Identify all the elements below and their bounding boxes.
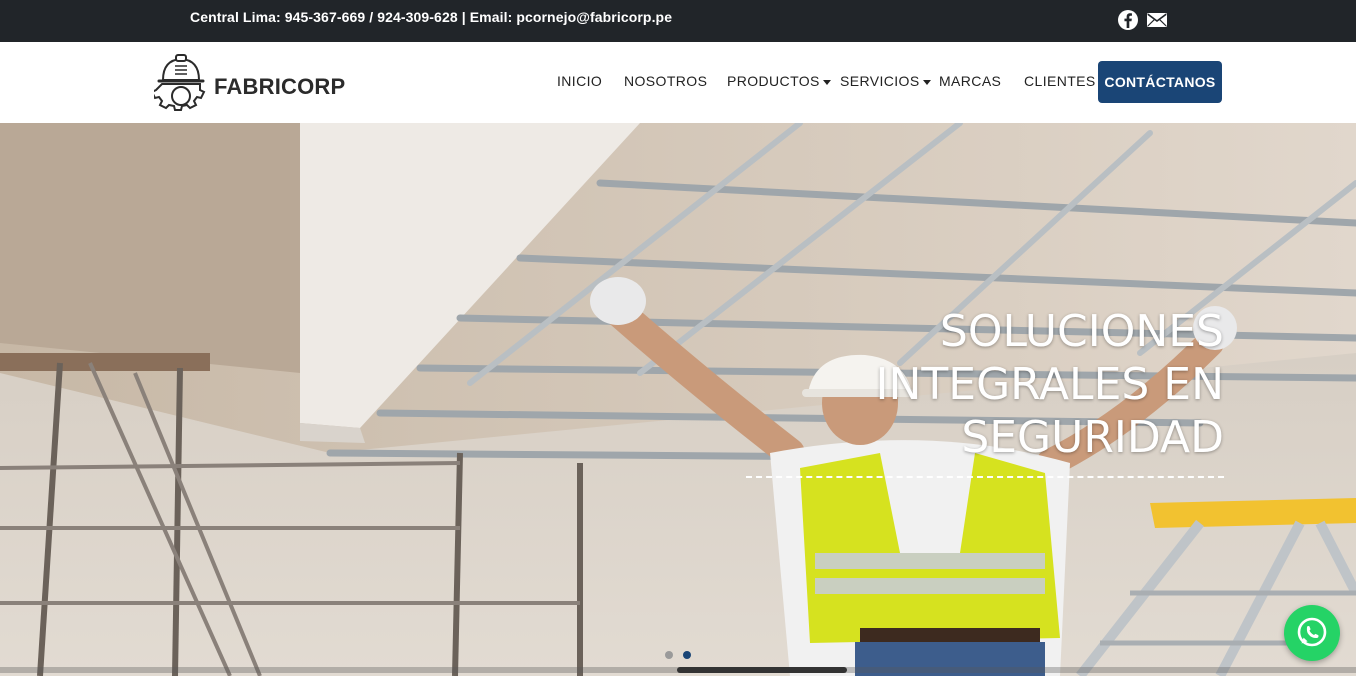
facebook-icon[interactable] <box>1117 9 1139 31</box>
nav-item-label: MARCAS <box>939 73 1002 89</box>
whatsapp-button[interactable] <box>1284 605 1340 661</box>
nav-item-productos[interactable]: PRODUCTOS <box>727 73 831 89</box>
site-header: FABRICORP INICIO NOSOTROS PRODUCTOS SERV… <box>0 42 1356 123</box>
main-navigation: INICIO NOSOTROS PRODUCTOS SERVICIOS MARC… <box>0 42 1356 123</box>
nav-item-marcas[interactable]: MARCAS <box>939 73 1001 89</box>
nav-item-label: INICIO <box>557 73 603 89</box>
contact-cta-button[interactable]: CONTÁCTANOS <box>1098 61 1222 103</box>
nav-item-inicio[interactable]: INICIO <box>557 73 602 89</box>
horizontal-scrollbar[interactable] <box>0 667 1356 673</box>
caret-down-icon <box>822 79 831 85</box>
scrollbar-thumb[interactable] <box>677 667 847 673</box>
nav-item-label: PRODUCTOS <box>727 73 820 89</box>
nav-item-label: SERVICIOS <box>840 73 920 89</box>
caret-down-icon <box>922 79 931 85</box>
hero-slider: SOLUCIONES INTEGRALES EN SEGURIDAD <box>0 123 1356 676</box>
hero-divider <box>746 476 1224 478</box>
nav-item-label: CLIENTES <box>1024 73 1096 89</box>
hero-title: SOLUCIONES INTEGRALES EN SEGURIDAD <box>704 305 1225 464</box>
nav-item-servicios[interactable]: SERVICIOS <box>840 73 931 89</box>
nav-item-nosotros[interactable]: NOSOTROS <box>624 73 707 89</box>
nav-item-label: NOSOTROS <box>624 73 708 89</box>
slider-dot[interactable] <box>665 651 673 659</box>
hero-title-line: INTEGRALES EN <box>875 359 1225 410</box>
mail-icon[interactable] <box>1146 9 1168 31</box>
nav-item-clientes[interactable]: CLIENTES <box>1024 73 1096 89</box>
contact-info-text: Central Lima: 945-367-669 / 924-309-628 … <box>190 9 673 25</box>
hero-title-line: SEGURIDAD <box>961 412 1224 463</box>
hero-title-line: SOLUCIONES <box>939 306 1224 357</box>
slider-dot-active[interactable] <box>683 651 691 659</box>
whatsapp-icon <box>1284 617 1340 665</box>
top-contact-bar: Central Lima: 945-367-669 / 924-309-628 … <box>0 0 1356 42</box>
